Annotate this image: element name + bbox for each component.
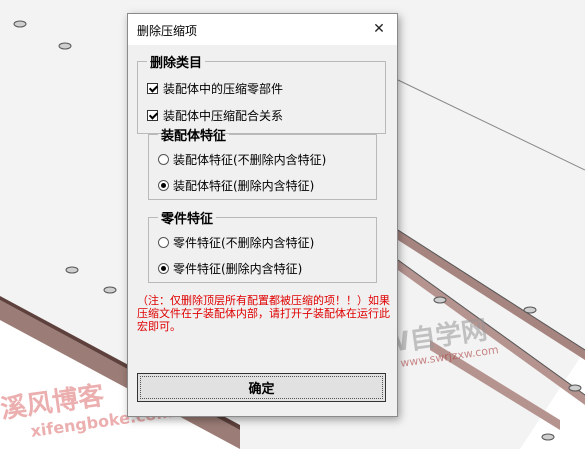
radio-label: 零件特征(不删除内含特征) xyxy=(173,236,315,250)
radio-part-delete[interactable]: 零件特征(删除内含特征) xyxy=(158,260,302,277)
checkbox-suppressed-components[interactable]: 装配体中的压缩零部件 xyxy=(147,80,283,97)
radio-unselected-icon xyxy=(158,154,169,165)
warning-note: （注：仅删除顶层所有配置都被压缩的项！！）如果压缩文件在子装配体内部，请打开子装… xyxy=(137,294,390,333)
dialog-title: 删除压缩项 xyxy=(137,24,198,38)
radio-unselected-icon xyxy=(158,237,169,248)
radio-label: 装配体特征(不删除内含特征) xyxy=(173,153,327,167)
radio-selected-icon xyxy=(158,180,169,191)
title-bar: 删除压缩项 ✕ xyxy=(128,14,397,45)
delete-suppressed-dialog: 删除压缩项 ✕ 删除类目 装配体中的压缩零部件 装配体中压缩配合关系 装配体特征… xyxy=(127,13,398,417)
radio-assembly-keep[interactable]: 装配体特征(不删除内含特征) xyxy=(158,151,326,168)
ok-button[interactable]: 确定 xyxy=(137,373,386,402)
group-part-legend: 零件特征 xyxy=(161,212,214,227)
radio-label: 装配体特征(删除内含特征) xyxy=(173,179,315,193)
close-icon[interactable]: ✕ xyxy=(367,18,391,40)
checkbox-checked-icon xyxy=(147,83,158,94)
radio-part-keep[interactable]: 零件特征(不删除内含特征) xyxy=(158,234,314,251)
checkbox-suppressed-mates[interactable]: 装配体中压缩配合关系 xyxy=(147,107,283,124)
radio-label: 零件特征(删除内含特征) xyxy=(173,262,303,276)
group-delete-legend: 删除类目 xyxy=(150,56,203,71)
checkbox-label: 装配体中的压缩零部件 xyxy=(163,82,284,96)
radio-selected-icon xyxy=(158,263,169,274)
radio-assembly-delete[interactable]: 装配体特征(删除内含特征) xyxy=(158,177,314,194)
checkbox-label: 装配体中压缩配合关系 xyxy=(163,109,284,123)
checkbox-checked-icon xyxy=(147,110,158,121)
group-assembly-legend: 装配体特征 xyxy=(161,129,227,144)
